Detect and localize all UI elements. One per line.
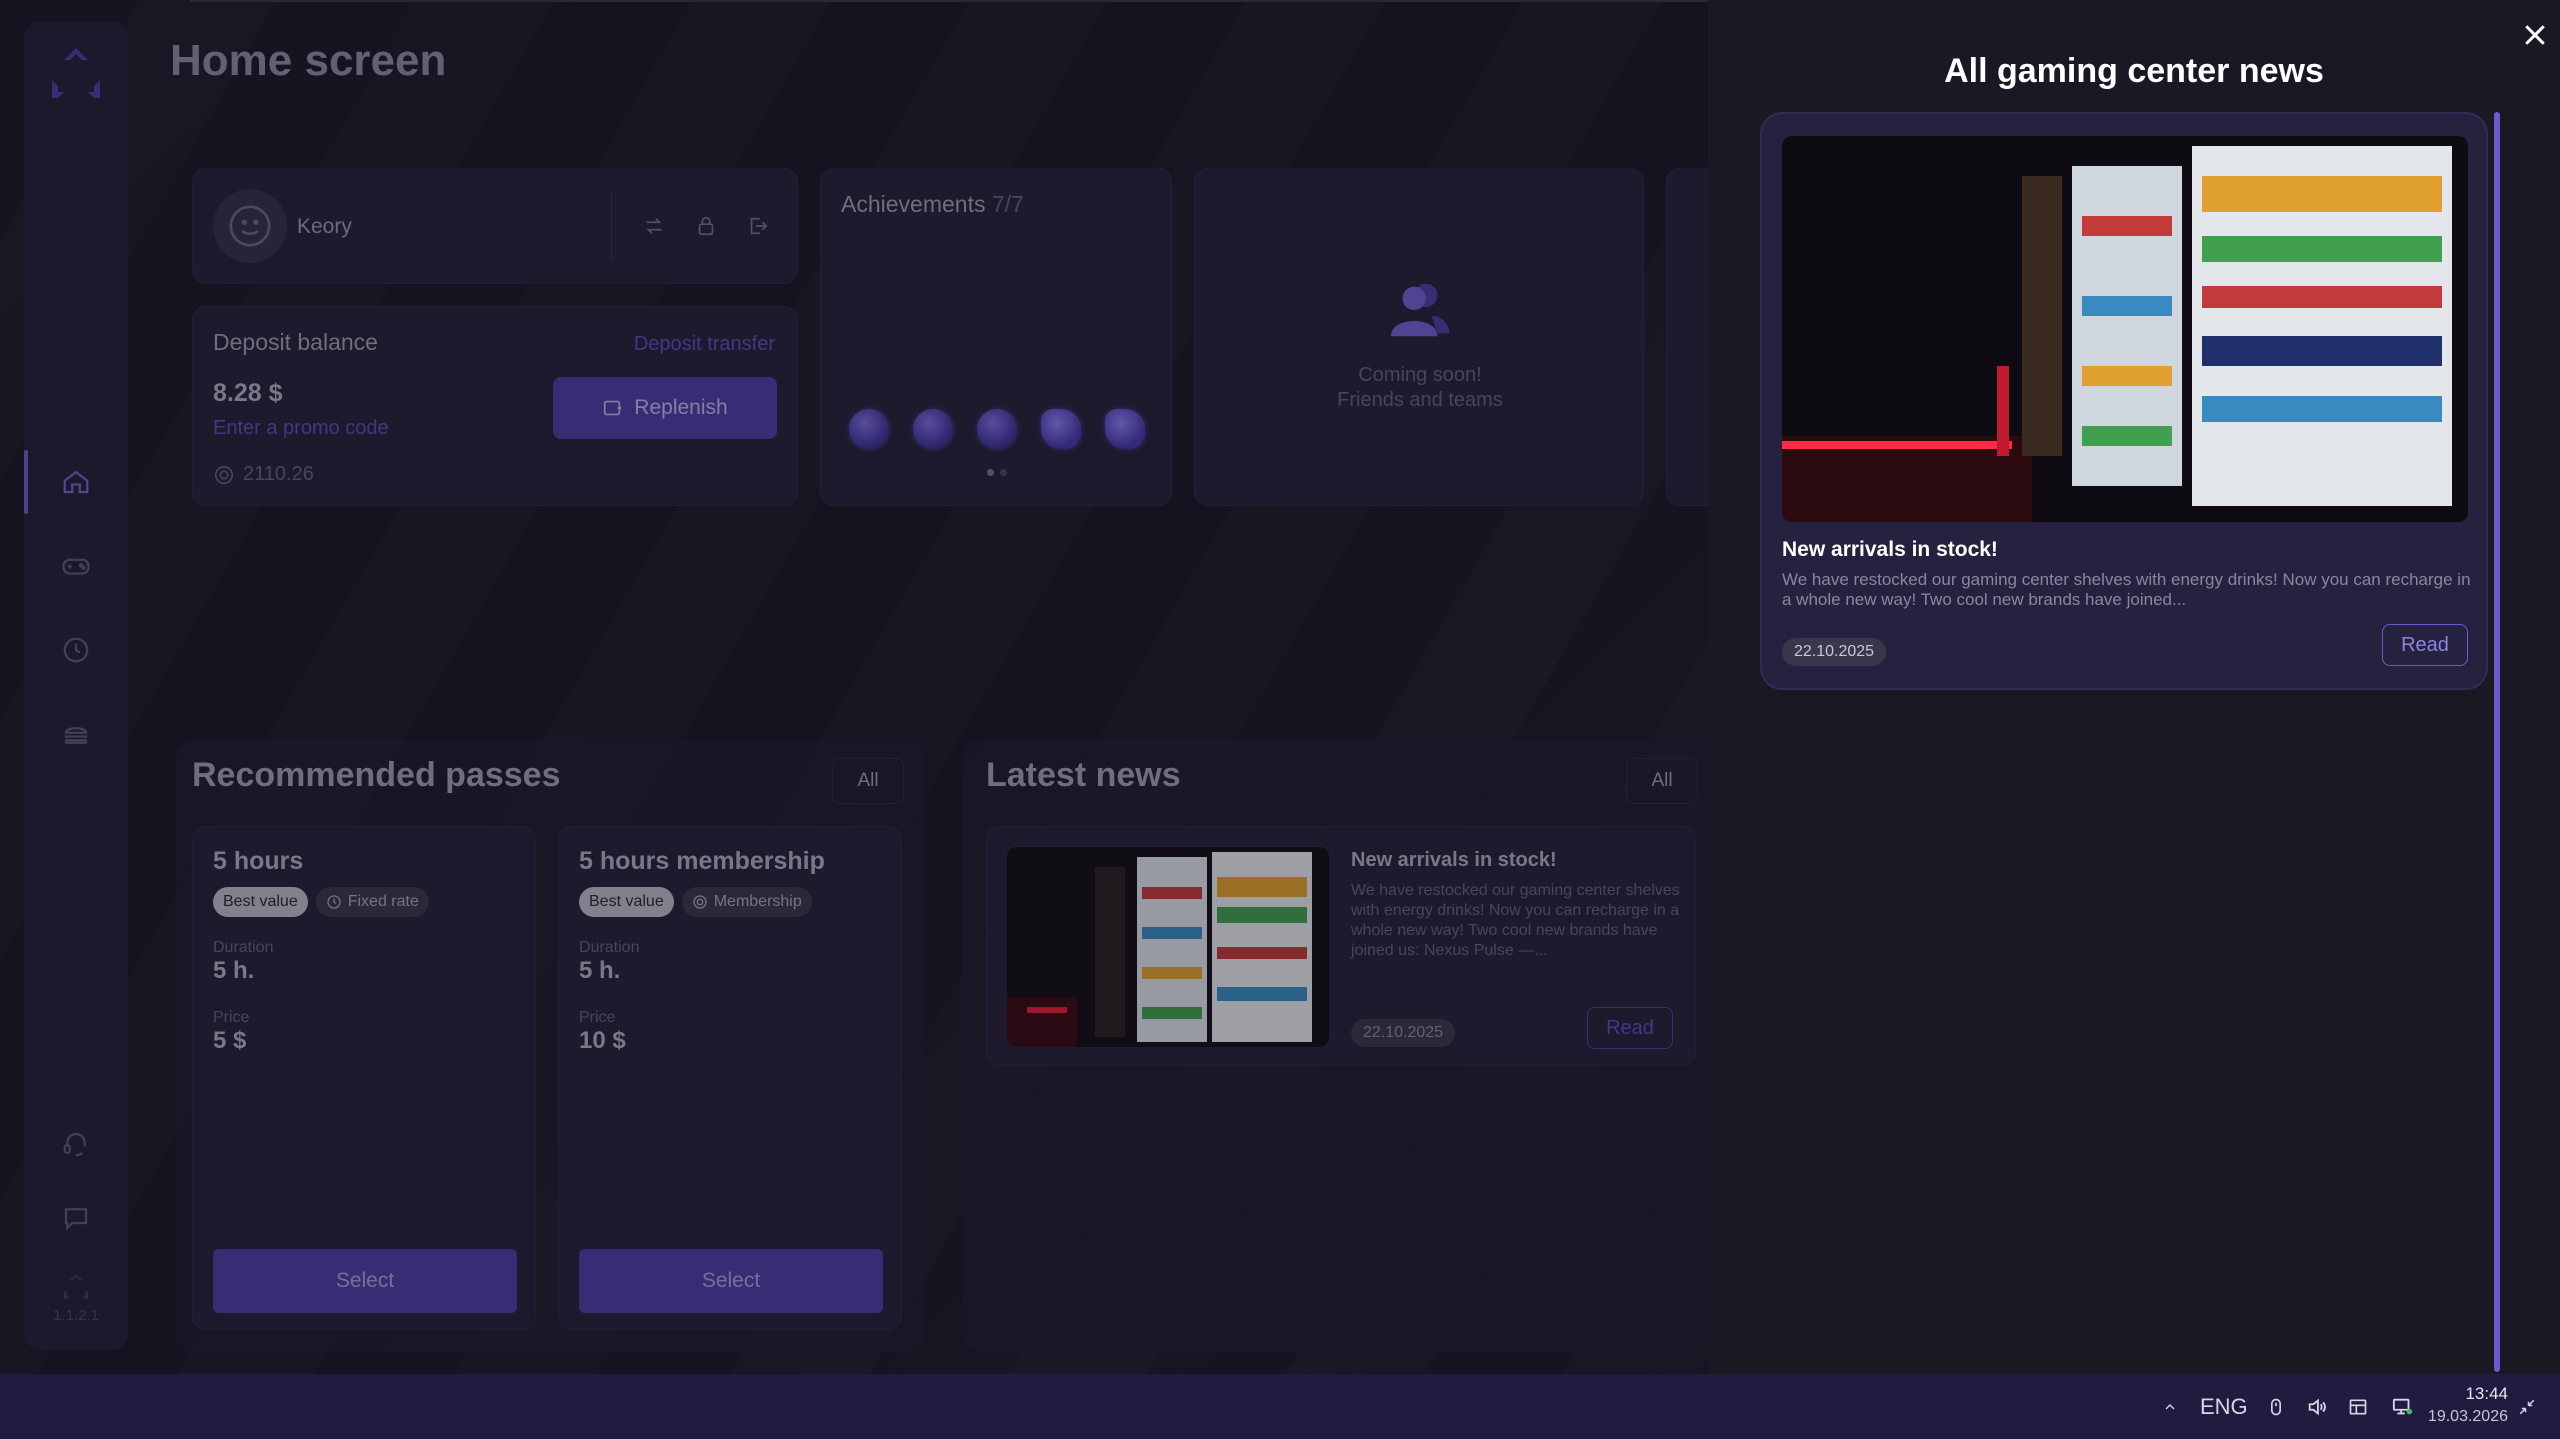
drawer-news-body: We have restocked our gaming center shel… (1782, 570, 2471, 609)
volume-button[interactable] (2306, 1374, 2328, 1439)
fridge-photo (1782, 136, 2468, 522)
news-drawer: All gaming center news New arrivals in s… (1708, 0, 2560, 1374)
clock-time[interactable]: 13:44 (2422, 1384, 2508, 1404)
drawer-news-date: 22.10.2025 (1782, 638, 1887, 666)
close-icon[interactable] (2520, 20, 2550, 50)
tray-overflow-button[interactable] (2162, 1374, 2178, 1439)
app-window: 1.1.2.1 Home screen Keory Deposit balanc… (0, 0, 2560, 1374)
drawer-scrollbar[interactable] (2494, 112, 2500, 1372)
language-indicator[interactable]: ENG (2200, 1374, 2248, 1439)
speaker-icon (2308, 1398, 2326, 1415)
drawer-title: All gaming center news (1944, 52, 2324, 90)
drawer-news-image (1782, 136, 2468, 522)
drawer-read-button[interactable]: Read (2382, 624, 2468, 666)
tray-corner-button[interactable] (2518, 1374, 2536, 1439)
clock-date[interactable]: 19.03.2026 (2404, 1408, 2508, 1426)
tray-icon[interactable] (2266, 1374, 2286, 1439)
chevron-up-icon (2165, 1403, 2175, 1409)
overlay-dim[interactable] (0, 0, 1708, 1374)
taskbar: ENG 13:44 19.03.2026 (0, 1374, 2560, 1439)
drawer-news-title: New arrivals in stock! (1782, 538, 1998, 561)
window-icon (2349, 1399, 2367, 1414)
security-icon (2271, 1398, 2281, 1415)
collapse-icon (2519, 1399, 2535, 1414)
network-button[interactable] (2392, 1374, 2414, 1439)
drawer-news-card[interactable]: New arrivals in stock! We have restocked… (1760, 112, 2488, 690)
tray-icon[interactable] (2348, 1374, 2368, 1439)
